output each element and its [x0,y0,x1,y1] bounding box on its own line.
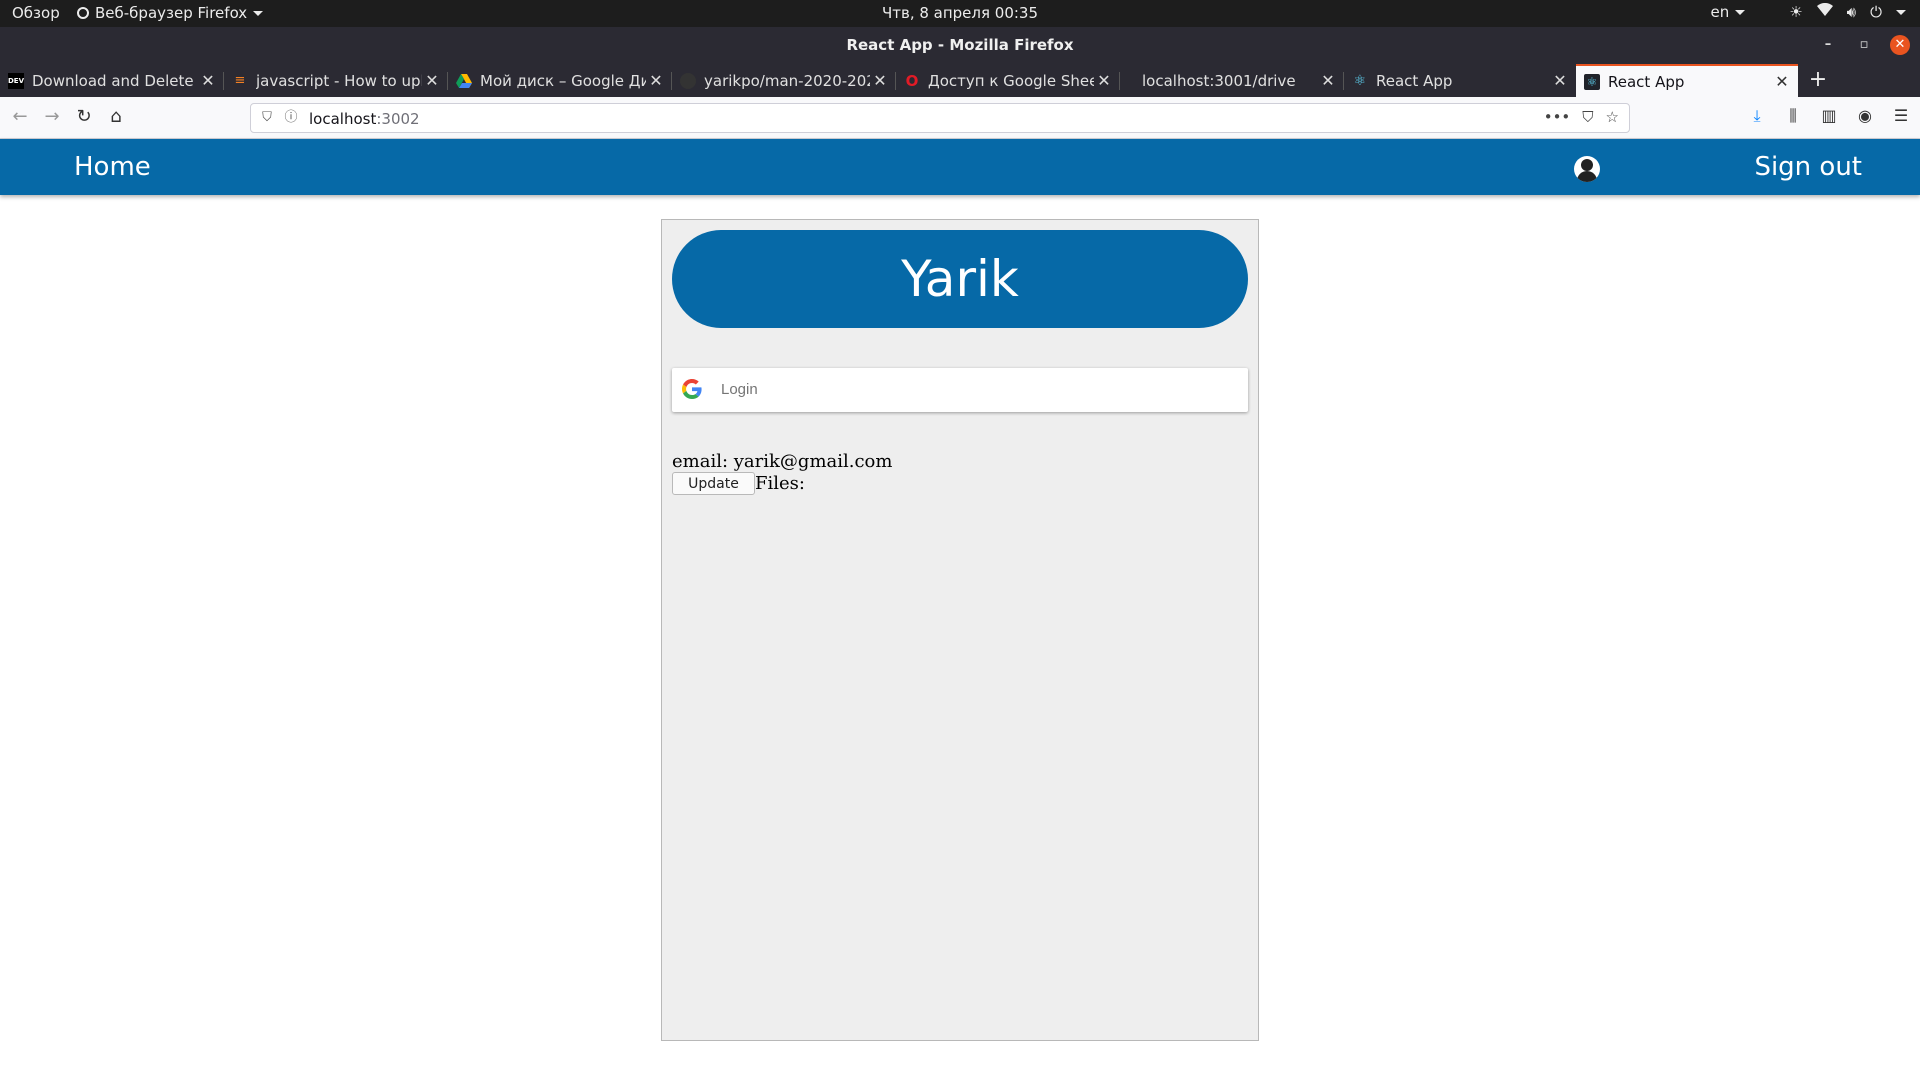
tab-react-app-active[interactable]: ⚛ React App ✕ [1576,64,1798,97]
avatar-head [1581,159,1593,171]
volume-icon[interactable]: 🔊︎ [1847,3,1856,21]
tab-localhost-drive[interactable]: localhost:3001/drive ✕ [1120,64,1344,97]
tab-google-sheets-access[interactable]: O Доступ к Google Sheets ✕ [896,64,1120,97]
chevron-down-icon [253,10,264,16]
user-avatar-icon[interactable] [1574,156,1600,182]
pocket-icon[interactable]: ⛉ [1582,108,1593,126]
app-menu-label: Веб-браузер Firefox [95,4,248,22]
new-tab-button[interactable]: + [1806,68,1830,92]
language-selector[interactable]: en [1710,3,1746,21]
forward-button[interactable]: → [40,105,64,129]
google-login-button[interactable]: Login [672,368,1248,412]
activities-button[interactable]: Обзор [12,4,60,22]
clock[interactable]: Чтв, 8 апреля 00:35 [882,4,1038,22]
tab-label: yarikpo/man-2020-2021- [704,71,870,90]
bookmark-star-icon[interactable]: ☆ [1606,108,1619,126]
chevron-down-icon [1735,9,1746,15]
page-actions-icon[interactable]: ••• [1544,108,1571,126]
tab-dev-to[interactable]: DEV Download and Delete via ✕ [0,64,224,97]
firefox-icon [77,7,89,19]
tab-label: Мой диск – Google Диск [480,71,646,90]
url-text[interactable]: localhost:3002 [309,110,420,128]
window-title-bar: React App - Mozilla Firefox – ▫ ✕ [0,27,1920,64]
react-icon: ⚛ [1353,72,1367,89]
sign-out-link[interactable]: Sign out [1754,152,1862,182]
back-button[interactable]: ← [8,105,32,129]
info-icon[interactable]: ⓘ [283,110,299,126]
close-tab-icon[interactable]: ✕ [198,71,218,90]
dev-icon: DEV [8,72,24,89]
shield-icon[interactable]: ⛉ [259,110,275,126]
home-button[interactable]: ⌂ [104,105,128,129]
app-menu[interactable]: Веб-браузер Firefox [77,4,264,22]
url-host: localhost [309,110,377,128]
window-title: React App - Mozilla Firefox [846,36,1074,54]
google-drive-icon [456,73,472,89]
github-icon [680,72,696,89]
close-tab-icon[interactable]: ✕ [1772,72,1792,91]
home-link[interactable]: Home [74,152,151,182]
tab-google-drive[interactable]: Мой диск – Google Диск ✕ [448,64,672,97]
close-tab-icon[interactable]: ✕ [1094,71,1114,90]
url-port: :3002 [376,110,420,128]
close-tab-icon[interactable]: ✕ [1318,71,1338,90]
system-top-bar: Обзор Веб-браузер Firefox Чтв, 8 апреля … [0,0,1920,27]
avatar-body [1577,171,1597,182]
email-text: email: yarik@gmail.com [672,451,893,472]
menu-icon[interactable]: ☰ [1890,105,1912,127]
close-window-button[interactable]: ✕ [1890,35,1910,55]
tab-react-app[interactable]: ⚛ React App ✕ [1344,64,1576,97]
stackoverflow-icon: ≡ [234,73,246,88]
app-header: Home Sign out [0,139,1920,195]
tab-label: Download and Delete via [32,71,198,90]
tab-label: Доступ к Google Sheets [928,71,1094,90]
files-label: Files: [755,473,805,494]
sidebar-icon[interactable]: ▥ [1818,105,1840,127]
tab-label: javascript - How to uploa [256,71,422,90]
reload-button[interactable]: ↻ [72,105,96,129]
tab-strip: DEV Download and Delete via ✕ ≡ javascri… [0,64,1920,97]
nav-toolbar: ← → ↻ ⌂ ⛉ ⓘ localhost:3002 ••• ⛉ ☆ ⤓ ⫼ ▥… [0,97,1920,139]
user-name-banner: Yarik [672,230,1248,328]
google-login-label: Login [721,381,758,398]
opera-icon: O [905,71,919,90]
close-tab-icon[interactable]: ✕ [422,71,442,90]
library-icon[interactable]: ⫼ [1782,105,1804,127]
brightness-icon[interactable]: ☀ [1789,3,1802,21]
tab-label: React App [1608,72,1685,91]
minimize-button[interactable]: – [1818,35,1838,55]
tab-github[interactable]: yarikpo/man-2020-2021- ✕ [672,64,896,97]
restore-button[interactable]: ▫ [1854,35,1874,55]
google-icon [682,379,704,401]
close-tab-icon[interactable]: ✕ [870,71,890,90]
tab-stackoverflow[interactable]: ≡ javascript - How to uploa ✕ [224,64,448,97]
files-row: Update Files: [672,472,805,495]
close-tab-icon[interactable]: ✕ [1550,71,1570,90]
wifi-icon[interactable] [1816,2,1833,21]
react-icon: ⚛ [1584,73,1600,90]
url-bar[interactable]: ⛉ ⓘ localhost:3002 ••• ⛉ ☆ [250,103,1630,133]
tab-label: React App [1376,71,1453,90]
update-button[interactable]: Update [672,472,755,495]
language-label: en [1710,3,1730,21]
downloads-icon[interactable]: ⤓ [1746,105,1768,127]
chevron-down-icon[interactable] [1896,9,1906,15]
close-tab-icon[interactable]: ✕ [646,71,666,90]
account-icon[interactable]: ◉ [1854,105,1876,127]
power-icon[interactable]: ⏻ [1870,3,1882,21]
tab-label: localhost:3001/drive [1142,71,1296,90]
profile-card: Yarik Login email: yarik@gmail.com Updat… [661,219,1259,1041]
